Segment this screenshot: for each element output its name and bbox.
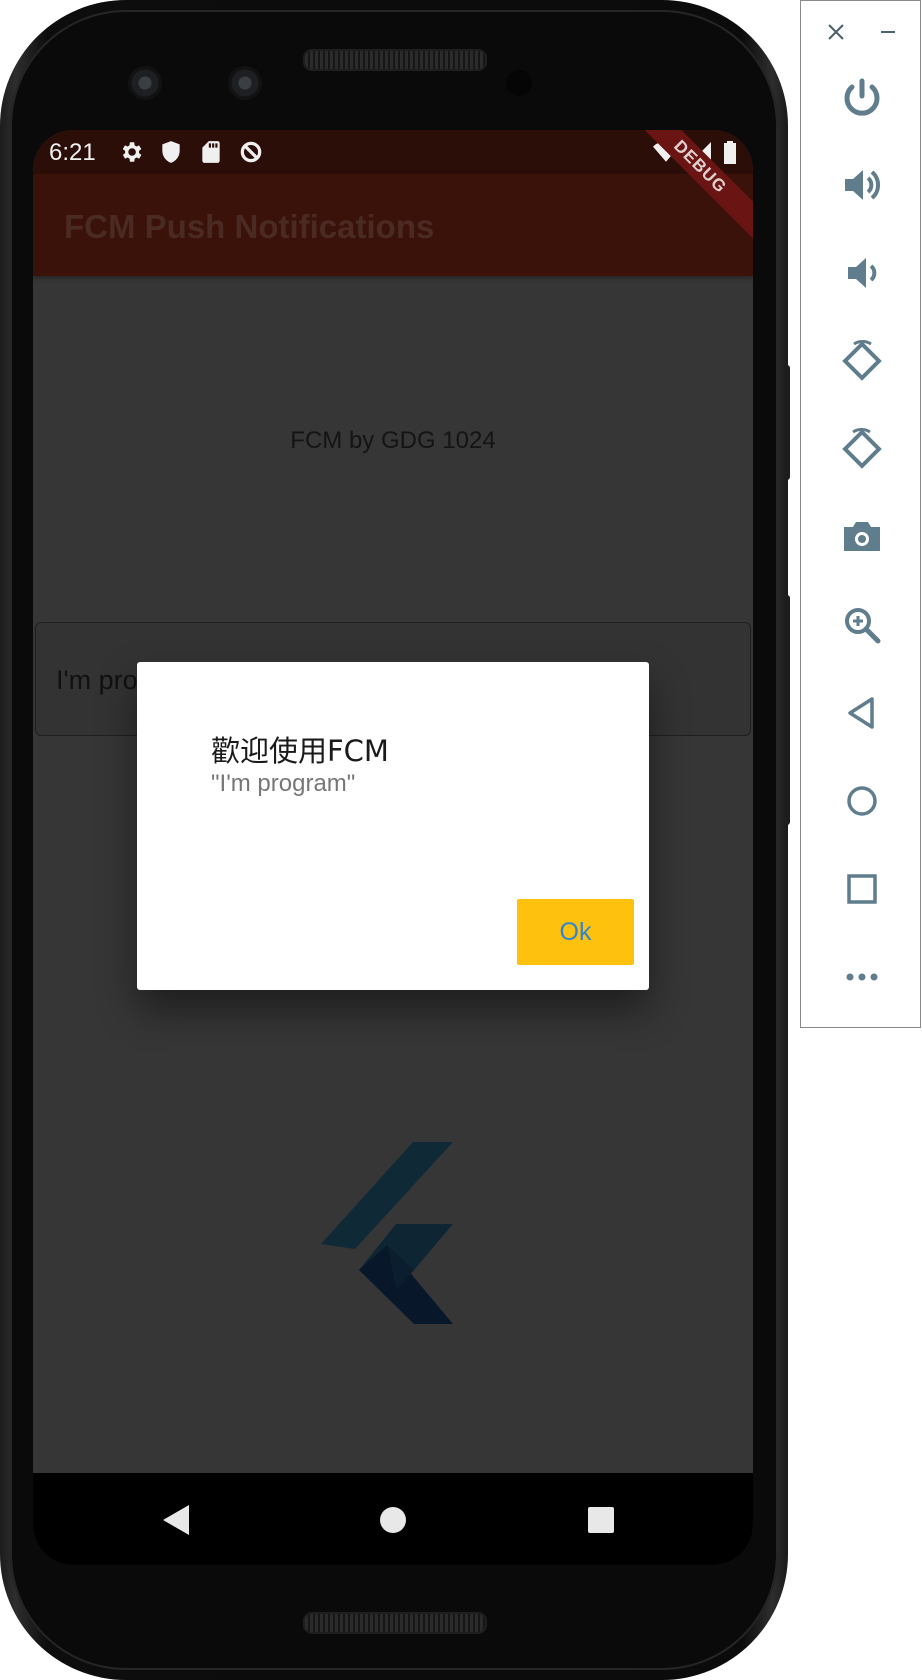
status-icons (118, 139, 264, 165)
phone-volume-button (784, 595, 790, 825)
battery-icon (724, 141, 736, 164)
back-icon (847, 697, 874, 729)
proximity-sensor (506, 70, 532, 96)
earpiece-speaker (303, 49, 487, 71)
flutter-logo-icon (321, 1142, 453, 1324)
emulator-back-button[interactable] (801, 683, 922, 743)
nav-home-icon[interactable] (378, 1503, 408, 1537)
status-time: 6:21 (49, 139, 96, 166)
nav-recents-icon[interactable] (586, 1503, 616, 1537)
power-icon (844, 78, 879, 116)
status-bar: 6:21 (33, 130, 753, 174)
bottom-speaker (303, 1612, 487, 1634)
overview-icon (846, 874, 877, 904)
emulator-home-button[interactable] (801, 771, 922, 831)
emulator-overview-button[interactable] (801, 859, 922, 919)
minimize-icon[interactable] (873, 17, 903, 47)
screenshot-button[interactable] (801, 507, 922, 567)
zoom-button[interactable] (801, 595, 922, 655)
data-saver-icon (240, 141, 262, 163)
message-text: I'm pro (56, 665, 138, 695)
settings-icon (122, 142, 142, 162)
front-camera-2 (228, 66, 262, 100)
rotate-left-button[interactable] (801, 331, 922, 391)
alert-dialog: 歡迎使用FCM "I'm program" Ok (137, 662, 649, 990)
volume-up-button[interactable] (801, 155, 922, 215)
nav-back-icon[interactable] (161, 1503, 191, 1537)
more-icon (846, 973, 877, 981)
dialog-body: "I'm program" (211, 770, 356, 797)
rotate-left-icon (841, 340, 882, 381)
volume-down-button[interactable] (801, 243, 922, 303)
app-title: FCM Push Notifications (64, 208, 435, 245)
front-camera-1 (128, 66, 162, 100)
camera-icon (843, 522, 880, 551)
more-button[interactable] (801, 947, 922, 1007)
volume-up-icon (844, 170, 880, 200)
dialog-title: 歡迎使用FCM (211, 734, 389, 768)
home-icon (846, 786, 877, 816)
page-subtitle: FCM by GDG 1024 (290, 427, 496, 454)
phone-power-button (784, 365, 790, 480)
power-button[interactable] (801, 67, 922, 127)
sd-card-icon (202, 141, 220, 163)
volume-down-icon (847, 258, 876, 288)
zoom-icon (844, 608, 880, 644)
rotate-right-button[interactable] (801, 419, 922, 479)
navigation-bar (33, 1473, 753, 1565)
ok-button[interactable]: Ok (517, 899, 634, 965)
rotate-right-icon (841, 428, 882, 469)
close-icon[interactable] (821, 17, 851, 47)
emulator-toolbar (800, 0, 921, 1028)
app-bar: FCM Push Notifications (33, 174, 753, 276)
phone-frame: 6:21 FCM Push Notifications DEBUG FCM by… (0, 0, 790, 1680)
shield-icon (162, 141, 180, 163)
